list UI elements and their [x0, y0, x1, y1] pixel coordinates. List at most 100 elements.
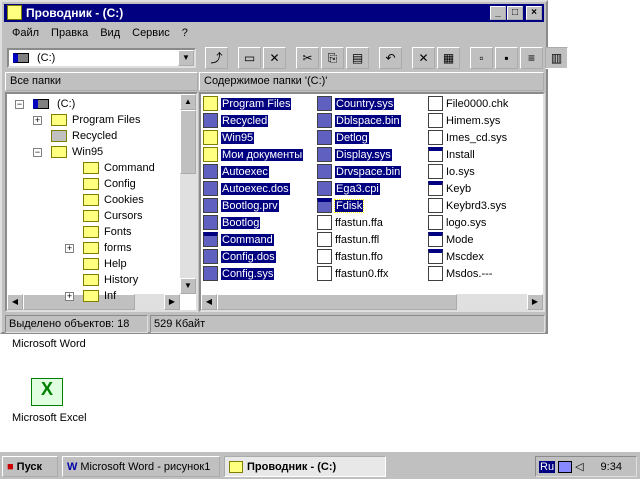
task-word[interactable]: W Microsoft Word - рисунок1: [62, 456, 220, 477]
list-item[interactable]: Keybrd3.sys: [428, 197, 507, 214]
list-item[interactable]: Install: [428, 146, 475, 163]
list-item[interactable]: Bootlog.prv: [203, 197, 279, 214]
excel-icon[interactable]: X: [31, 378, 63, 406]
menu-tools[interactable]: Сервис: [132, 27, 170, 39]
start-button[interactable]: ■ Пуск: [2, 456, 58, 477]
list-item[interactable]: ffastun.ffl: [317, 231, 379, 248]
list-item[interactable]: Imes_cd.sys: [428, 129, 507, 146]
list-item[interactable]: Io.sys: [428, 163, 475, 180]
list-item[interactable]: Himem.sys: [428, 112, 500, 129]
list-item[interactable]: Fdisk: [317, 197, 365, 214]
tree-node[interactable]: Command: [83, 160, 155, 176]
scroll-right-button[interactable]: ▶: [527, 294, 543, 310]
address-combo[interactable]: (C:) ▼: [7, 48, 196, 68]
up-folder-button[interactable]: ⤴: [205, 47, 228, 69]
scroll-right-button[interactable]: ▶: [164, 294, 180, 310]
scroll-down-button[interactable]: ▼: [180, 278, 196, 294]
list-item[interactable]: Detlog: [317, 129, 369, 146]
list-item[interactable]: logo.sys: [428, 214, 486, 231]
speaker-icon[interactable]: ◁: [575, 460, 583, 473]
tree-node[interactable]: History: [83, 272, 138, 288]
small-icons-button[interactable]: ▪: [495, 47, 518, 69]
list-item[interactable]: Ega3.cpi: [317, 180, 380, 197]
tree-node[interactable]: Config: [83, 176, 136, 192]
copy-button[interactable]: ⎘: [321, 47, 344, 69]
close-button[interactable]: ×: [526, 6, 542, 20]
paste-button[interactable]: ▤: [346, 47, 369, 69]
tree-node[interactable]: Inf: [83, 288, 116, 304]
list-item[interactable]: Command: [203, 231, 274, 248]
list-item[interactable]: File0000.chk: [428, 95, 508, 112]
list-item[interactable]: Mode: [428, 231, 474, 248]
tree-node[interactable]: forms: [83, 240, 132, 256]
list-item[interactable]: ffastun0.ffx: [317, 265, 388, 282]
menu-view[interactable]: Вид: [100, 27, 120, 39]
maximize-button[interactable]: □: [507, 6, 523, 20]
file-icon: [317, 130, 332, 145]
delete-button[interactable]: ✕: [412, 47, 435, 69]
list-item[interactable]: Config.dos: [203, 248, 276, 265]
list-item[interactable]: Recycled: [203, 112, 269, 129]
properties-button[interactable]: ▦: [437, 47, 460, 69]
list-item[interactable]: Display.sys: [317, 146, 392, 163]
details-icon: ▥: [550, 51, 563, 65]
tree-node[interactable]: Win95: [51, 144, 103, 160]
tree-node[interactable]: Help: [83, 256, 127, 272]
tree-node[interactable]: Recycled: [51, 128, 117, 144]
scroll-thumb[interactable]: [180, 110, 196, 174]
task-explorer[interactable]: Проводник - (C:): [224, 456, 386, 477]
clock[interactable]: 9:34: [601, 461, 622, 473]
file-icon: [317, 249, 332, 264]
scroll-thumb[interactable]: [23, 294, 135, 310]
list-button[interactable]: ≡: [520, 47, 543, 69]
scroll-thumb[interactable]: [217, 294, 457, 310]
tree-expander[interactable]: +: [33, 116, 42, 125]
language-indicator[interactable]: Ru: [539, 460, 556, 473]
title-bar[interactable]: Проводник - (C:) _ □ ×: [4, 4, 544, 22]
cut-button[interactable]: ✂: [296, 47, 319, 69]
list-item[interactable]: Config.sys: [203, 265, 275, 282]
map-drive-button[interactable]: ▭: [238, 47, 261, 69]
tree-node[interactable]: Fonts: [83, 224, 132, 240]
list-item[interactable]: Win95: [203, 129, 255, 146]
tree-expander[interactable]: −: [33, 148, 42, 157]
list-item[interactable]: Мои документы: [203, 146, 304, 163]
scroll-left-button[interactable]: ◀: [201, 294, 217, 310]
tree-expander[interactable]: +: [65, 292, 74, 301]
list-item[interactable]: Drvspace.bin: [317, 163, 402, 180]
tree-expander[interactable]: −: [15, 100, 24, 109]
disconnect-button[interactable]: ✕: [263, 47, 286, 69]
desktop-excel-label[interactable]: Microsoft Excel: [12, 412, 87, 424]
list-item-label: Win95: [221, 131, 255, 144]
large-icons-button[interactable]: ▫: [470, 47, 493, 69]
undo-button[interactable]: ↶: [379, 47, 402, 69]
scroll-left-button[interactable]: ◀: [7, 294, 23, 310]
list-item[interactable]: ffastun.ffa: [317, 214, 383, 231]
tree-node[interactable]: Program Files: [51, 112, 140, 128]
list-item[interactable]: Program Files: [203, 95, 292, 112]
tree-expander[interactable]: +: [65, 244, 74, 253]
desktop-word-label[interactable]: Microsoft Word: [12, 338, 86, 350]
details-button[interactable]: ▥: [545, 47, 568, 69]
tree-node[interactable]: Cursors: [83, 208, 143, 224]
menu-help[interactable]: ?: [182, 27, 188, 39]
list-item[interactable]: Country.sys: [317, 95, 395, 112]
tree-node[interactable]: (C:): [33, 96, 75, 112]
scroll-up-button[interactable]: ▲: [180, 94, 196, 110]
tree-node[interactable]: Cookies: [83, 192, 144, 208]
list-item[interactable]: Keyb: [428, 180, 471, 197]
list-item[interactable]: Mscdex: [428, 248, 484, 265]
display-icon[interactable]: [558, 460, 573, 473]
minimize-button[interactable]: _: [490, 6, 506, 20]
list-item[interactable]: Autoexec: [203, 163, 269, 180]
list-item[interactable]: Bootlog: [203, 214, 261, 231]
list-item[interactable]: Dblspace.bin: [317, 112, 401, 129]
list-item[interactable]: Autoexec.dos: [203, 180, 290, 197]
chevron-down-icon[interactable]: ▼: [178, 50, 194, 66]
tree-vertical-scrollbar[interactable]: ▲ ▼: [180, 94, 196, 294]
list-item[interactable]: Msdos.---: [428, 265, 492, 282]
list-item[interactable]: ffastun.ffo: [317, 248, 383, 265]
list-horizontal-scrollbar[interactable]: ◀ ▶: [201, 294, 543, 310]
menu-edit[interactable]: Правка: [51, 27, 88, 39]
menu-file[interactable]: Файл: [12, 27, 39, 39]
